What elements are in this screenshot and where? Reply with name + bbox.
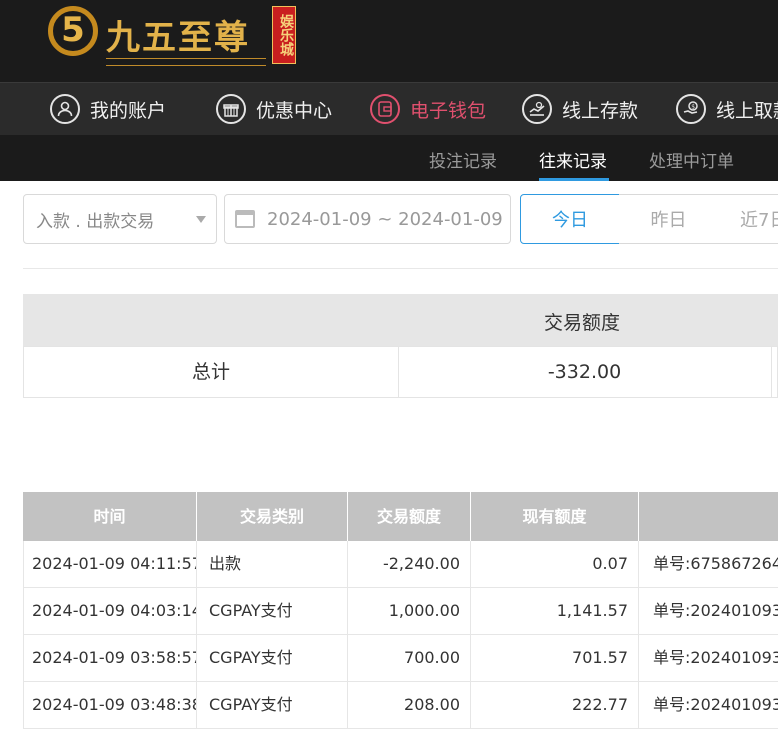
column-header-note [639, 492, 778, 541]
nav-item-deposit[interactable]: 线上存款 [522, 89, 638, 129]
user-icon [50, 94, 80, 124]
date-range-picker[interactable]: 2024-01-09 ~ 2024-01-09 [224, 194, 511, 244]
nav-label: 线上取款 [716, 99, 778, 122]
today-button[interactable]: 今日 [520, 194, 620, 244]
table-header: 时间 交易类别 交易额度 现有额度 [23, 492, 778, 541]
column-header-type: 交易类别 [197, 492, 348, 541]
site-logo[interactable]: 5 九五至尊 娱乐城 [46, 0, 306, 78]
cell-balance: 222.77 [471, 682, 639, 728]
summary-table: 交易额度 总计 -332.00 [23, 294, 778, 398]
nav-item-withdraw[interactable]: $ 线上取款 [676, 89, 778, 129]
nav-item-account[interactable]: 我的账户 [50, 89, 166, 129]
summary-header-label: 交易额度 [544, 312, 621, 334]
nav-item-wallet[interactable]: 电子钱包 [370, 89, 486, 129]
cell-time: 2024-01-09 03:58:57 [24, 635, 197, 681]
active-tab-indicator [539, 178, 609, 181]
table-row: 2024-01-09 03:58:57 CGPAY支付 700.00 701.5… [23, 635, 778, 682]
yesterday-button[interactable]: 昨日 [619, 194, 719, 244]
filter-bar: 入款 . 出款交易 2024-01-09 ~ 2024-01-09 今日 昨日 … [0, 194, 778, 244]
nav-label: 线上存款 [562, 99, 639, 122]
deposit-icon [522, 94, 552, 124]
column-header-amount: 交易额度 [348, 492, 471, 541]
last-7-days-button[interactable]: 近7日 [718, 194, 778, 244]
table-row: 2024-01-09 04:03:14 CGPAY支付 1,000.00 1,1… [23, 588, 778, 635]
cell-time: 2024-01-09 04:11:57 [24, 541, 197, 587]
summary-row: 总计 -332.00 [23, 346, 778, 398]
logo-emblem: 5 [48, 6, 98, 56]
gift-icon [216, 94, 246, 124]
tab-bet-records[interactable]: 投注记录 [429, 147, 497, 172]
select-value: 入款 . 出款交易 [36, 211, 155, 232]
cell-amount: 1,000.00 [348, 588, 471, 634]
summary-total-value: -332.00 [398, 347, 772, 397]
column-header-balance: 现有额度 [471, 492, 639, 541]
top-header: 5 九五至尊 娱乐城 [0, 0, 778, 82]
main-nav: 我的账户 优惠中心 电子钱包 线上存款 $ 线上取款 [0, 82, 778, 135]
calendar-icon [235, 210, 255, 228]
sub-nav: 投注记录 往来记录 处理中订单 [0, 135, 778, 181]
cell-note: 单号:675867264 [653, 554, 778, 573]
cell-amount: -2,240.00 [348, 541, 471, 587]
nav-label: 优惠中心 [256, 99, 333, 122]
cell-note: 单号:2024010934 [653, 648, 778, 667]
withdraw-icon: $ [676, 94, 706, 124]
svg-text:$: $ [691, 104, 695, 111]
cell-type: CGPAY支付 [197, 635, 348, 681]
table-row: 2024-01-09 03:48:38 CGPAY支付 208.00 222.7… [23, 682, 778, 729]
chevron-down-icon [196, 216, 206, 223]
cell-amount: 700.00 [348, 635, 471, 681]
cell-type: CGPAY支付 [197, 588, 348, 634]
wallet-icon [370, 94, 400, 124]
cell-time: 2024-01-09 03:48:38 [24, 682, 197, 728]
cell-type: CGPAY支付 [197, 682, 348, 728]
nav-label: 我的账户 [90, 99, 167, 122]
tab-pending-orders[interactable]: 处理中订单 [649, 147, 734, 172]
table-row: 2024-01-09 04:11:57 出款 -2,240.00 0.07 单号… [23, 541, 778, 588]
column-header-time: 时间 [23, 492, 197, 541]
nav-item-promotions[interactable]: 优惠中心 [216, 89, 332, 129]
date-range-value: 2024-01-09 ~ 2024-01-09 [267, 208, 503, 230]
section-divider [23, 268, 778, 269]
summary-header: 交易额度 [23, 294, 778, 346]
logo-title: 九五至尊 [106, 18, 250, 58]
logo-ornament [106, 58, 266, 66]
cell-note: 单号:2024010934 [653, 601, 778, 620]
cell-balance: 701.57 [471, 635, 639, 681]
cell-note: 单号:2024010934 [653, 695, 778, 714]
summary-total-label: 总计 [24, 347, 399, 397]
cell-balance: 1,141.57 [471, 588, 639, 634]
cell-amount: 208.00 [348, 682, 471, 728]
transaction-type-select[interactable]: 入款 . 出款交易 [23, 194, 217, 244]
nav-label: 电子钱包 [410, 99, 487, 122]
cell-time: 2024-01-09 04:03:14 [24, 588, 197, 634]
logo-badge: 娱乐城 [272, 6, 296, 64]
tab-transaction-records[interactable]: 往来记录 [539, 147, 607, 172]
cell-type: 出款 [197, 541, 348, 587]
cell-balance: 0.07 [471, 541, 639, 587]
